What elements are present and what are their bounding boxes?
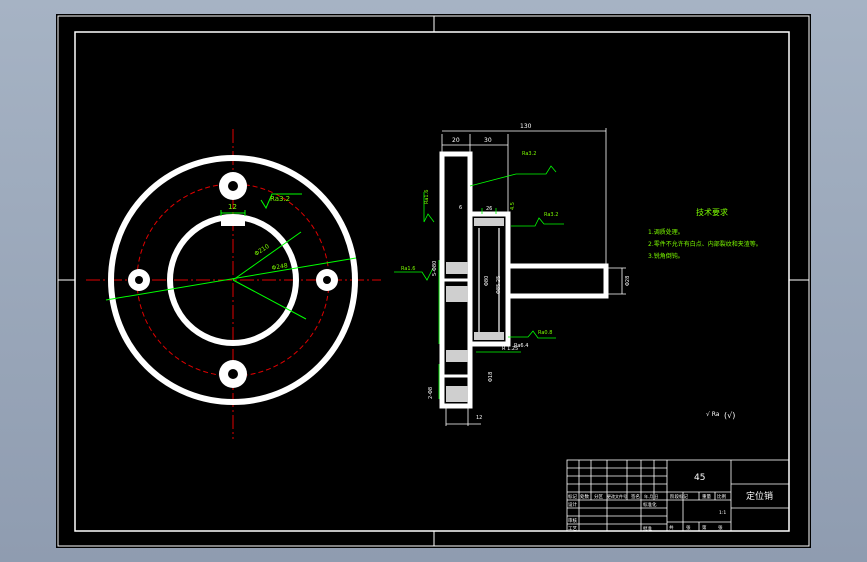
dim-2-phi-8: 2-Φ8 <box>428 387 434 399</box>
tb-r3-0: 审核 <box>568 517 577 524</box>
roughness-note-paren: (√) <box>724 411 735 420</box>
title-block-text: 45 定位销 标记 处数 分区 更改文件号 签名 年.月.日 设计 标准化 阶段… <box>568 473 773 532</box>
ra-hub-bottom: Ra0.8 <box>538 330 552 336</box>
dim-phi-85: Φ85.25 <box>496 276 502 294</box>
dim-130: 130 <box>520 123 532 130</box>
title-material: 45 <box>694 473 705 483</box>
tb-r2-2: 标准化 <box>643 501 657 508</box>
dim-bore: 5-Φ80 <box>432 261 438 276</box>
inner-frame <box>74 31 790 532</box>
dim-30: 30 <box>484 137 492 144</box>
tech-req-item-3: 3.锐角倒钝。 <box>648 252 684 260</box>
dim-phi-80: Φ80 <box>484 276 490 286</box>
ra-top: Ra3.2 <box>522 151 536 157</box>
tech-req-title: 技术要求 <box>696 207 728 217</box>
dim-phi-28: Φ28 <box>625 276 631 286</box>
roughness-note-symbol: √ Ra <box>706 411 720 418</box>
tech-req-item-1: 1.调质处理。 <box>648 228 684 236</box>
tb-r1-4: 签名 <box>631 493 640 500</box>
shaft <box>508 263 609 299</box>
dim-phi-18: Φ18 <box>488 372 494 382</box>
ra-6-4: Ra6.4 <box>514 343 528 349</box>
tech-req-item-2: 2.零件不允许有白点、内部裂纹和夹渣等。 <box>648 240 762 248</box>
ra-left: Ra1.6 <box>424 190 430 204</box>
dim-keyway: 12 <box>228 203 237 211</box>
tb-scale: 1:1 <box>719 510 726 516</box>
tb-r4b-3: 张 <box>718 524 723 531</box>
section-hatch <box>446 218 504 402</box>
tb-r2b-0: 阶段标记 <box>670 493 688 500</box>
technical-requirements: 技术要求 1.调质处理。 2.零件不允许有白点、内部裂纹和夹渣等。 3.锐角倒钝… <box>648 207 762 260</box>
dim-12: 12 <box>476 415 482 421</box>
tb-r4b-2: 第 <box>702 524 707 531</box>
tb-r2b-1: 重量 <box>702 493 711 500</box>
front-view: 12 Ra3.2 Φ210 Φ248 <box>86 129 381 439</box>
ra-hub-top: Ra3.2 <box>544 212 558 218</box>
dim-20: 20 <box>452 137 460 144</box>
dim-6: 6 <box>459 205 462 211</box>
section-view: 20 30 130 Ra3.2 Ra1.6 Ra1.6 Ra3.2 Ra0.8 … <box>394 123 631 426</box>
tb-r1-0: 标记 <box>568 493 577 500</box>
ra-left-mid: Ra1.6 <box>401 266 415 272</box>
tb-r1-2: 分区 <box>594 493 603 500</box>
title-part-name: 定位销 <box>746 490 773 502</box>
tb-r2-0: 设计 <box>568 501 577 508</box>
drawing-canvas: 12 Ra3.2 Φ210 Φ248 20 30 130 Ra3.2 Ra1.6… <box>57 15 810 547</box>
tb-r4-1: 批准 <box>643 525 652 532</box>
tb-r4-0: 工艺 <box>568 526 577 532</box>
tb-r4b-1: 张 <box>686 524 691 531</box>
tb-r4b-0: 共 <box>669 524 674 531</box>
tb-r2b-2: 比例 <box>717 493 726 500</box>
dim-26: 26 <box>486 206 492 212</box>
dim-roughness-front: Ra3.2 <box>270 195 290 203</box>
dim-4-5: 4.5 <box>510 202 516 210</box>
tb-r1-1: 处数 <box>580 493 589 500</box>
drawing-sheet: 12 Ra3.2 Φ210 Φ248 20 30 130 Ra3.2 Ra1.6… <box>56 14 811 548</box>
roughness-note: √ Ra (√) <box>706 411 735 420</box>
tb-r1-5: 年.月.日 <box>644 493 659 499</box>
keyway <box>221 216 245 226</box>
tb-r1-3: 更改文件号 <box>607 493 627 499</box>
dim-outer: Φ248 <box>271 262 288 272</box>
